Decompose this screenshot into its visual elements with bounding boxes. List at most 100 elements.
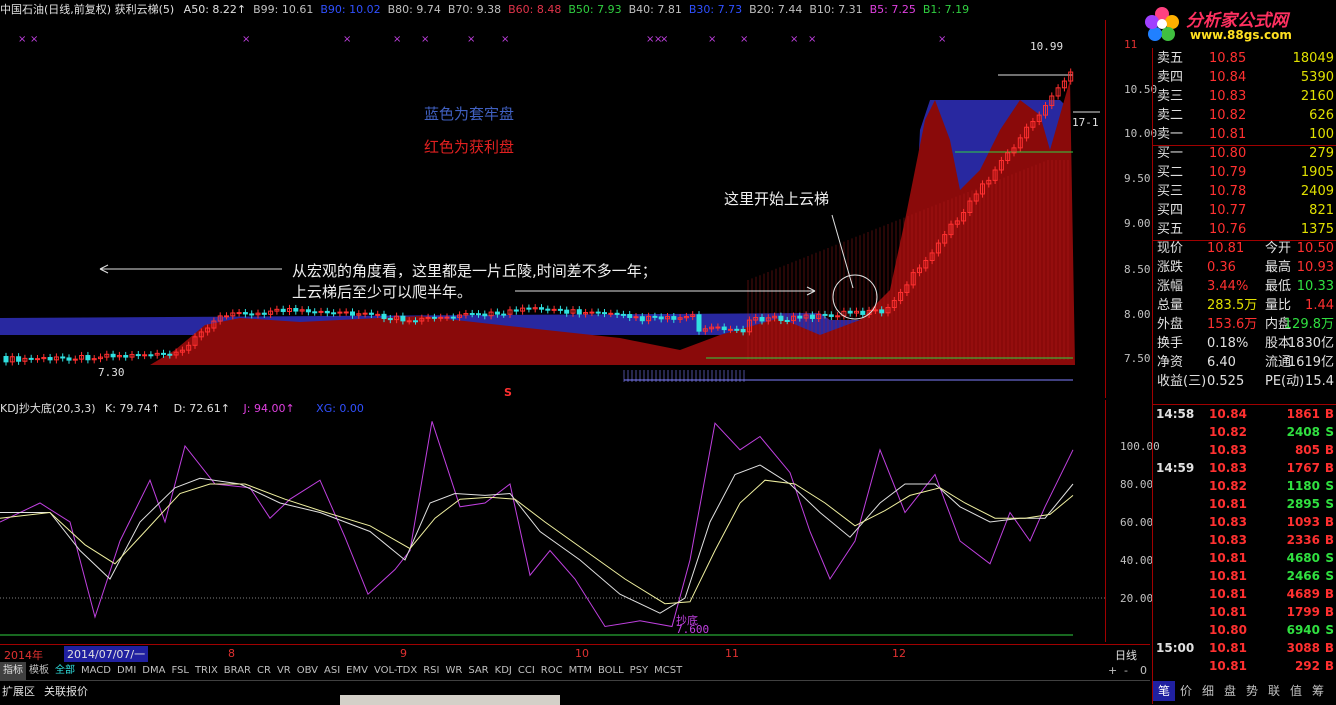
right-tab-5[interactable]: 联 (1263, 681, 1285, 701)
candle-body (375, 313, 381, 316)
indicator-tab-macd[interactable]: MACD (78, 662, 114, 680)
quote-row: 买四 10.77 821 (1153, 202, 1336, 220)
indicator-tab-asi[interactable]: ASI (321, 662, 343, 680)
zoom-in-button[interactable]: + (1108, 664, 1117, 677)
indicator-tab-fsl[interactable]: FSL (168, 662, 192, 680)
tick-volume: 292 (1294, 659, 1320, 673)
indicator-tab-dmi[interactable]: DMI (114, 662, 139, 680)
quote-row: 收益(三) 0.525 PE(动) 15.4 (1153, 373, 1336, 391)
quote-value: 10.81 (1207, 241, 1245, 256)
header-indicator-values: A50: 8.22↑ B99: 10.61 B90: 10.02 B80: 9.74 B… (184, 0, 976, 20)
quote-row: 卖二 10.82 626 (1153, 107, 1336, 125)
indicator-tab-psy[interactable]: PSY (627, 662, 652, 680)
period-label[interactable]: 日线 (1115, 647, 1137, 663)
indicator-tab-kdj[interactable]: KDJ (492, 662, 515, 680)
candle-body (337, 311, 343, 314)
quote-value: 0.525 (1207, 374, 1245, 389)
candle-body (66, 357, 72, 361)
tick-price: 10.83 (1209, 443, 1247, 457)
right-tab-0[interactable]: 笔 (1153, 681, 1175, 701)
zoom-out-button[interactable]: - (1124, 664, 1128, 677)
indicator-tab-rsi[interactable]: RSI (420, 662, 442, 680)
candle-body (236, 312, 242, 315)
indicator-tab-obv[interactable]: OBV (294, 662, 321, 680)
candle-body (539, 307, 544, 310)
candle-body (135, 354, 141, 357)
ladder-arrow (831, 214, 854, 289)
right-tab-3[interactable]: 盘 (1219, 681, 1241, 701)
candle-body (835, 315, 841, 318)
quote-value: 6.40 (1207, 355, 1236, 370)
quote-label: 现价 (1157, 241, 1184, 256)
candle-body (671, 316, 677, 320)
indicator-tab-sar[interactable]: SAR (465, 662, 491, 680)
indicator-tab-emv[interactable]: EMV (343, 662, 371, 680)
tick-volume: 4680 (1286, 551, 1320, 565)
indicator-tab-cr[interactable]: CR (254, 662, 274, 680)
month-9: 9 (400, 647, 407, 660)
right-tab-4[interactable]: 势 (1241, 681, 1263, 701)
right-tab-7[interactable]: 筹 (1307, 681, 1329, 701)
level-label: 买五 (1157, 222, 1184, 237)
signal-x-mark: × (660, 34, 668, 45)
candle-body (110, 353, 116, 358)
indicator-tab-brar[interactable]: BRAR (221, 662, 254, 680)
candle-body (293, 308, 299, 312)
indicator-tab-boll[interactable]: BOLL (595, 662, 627, 680)
candle-body (413, 320, 418, 323)
indicator-tab-roc[interactable]: ROC (538, 662, 566, 680)
indicator-tab-指标[interactable]: 指标 (0, 662, 26, 680)
quote-row: 卖四 10.84 5390 (1153, 69, 1336, 87)
tick-row: 10.82 2408 S (1153, 423, 1336, 441)
level-price: 10.76 (1209, 222, 1247, 237)
candle-body (249, 313, 255, 316)
kdj-chart[interactable] (0, 414, 1105, 642)
indicator-tab-vol-tdx[interactable]: VOL-TDX (371, 662, 420, 680)
tick-side: B (1324, 443, 1334, 457)
expand-area-button[interactable]: 扩展区 (2, 683, 35, 699)
candle-body (620, 313, 626, 316)
indicator-tab-mtm[interactable]: MTM (566, 662, 595, 680)
indicator-tab-mcst[interactable]: MCST (651, 662, 685, 680)
header-value-10: B10: 7.31 (809, 3, 863, 16)
quote-row: 卖三 10.83 2160 (1153, 88, 1336, 106)
indicator-tab-wr[interactable]: WR (442, 662, 465, 680)
low-price-label: 7.30 (98, 366, 125, 379)
quote-label: PE(动) (1265, 374, 1305, 389)
indicator-tab-dma[interactable]: DMA (139, 662, 168, 680)
candle-body (450, 316, 456, 319)
signal-x-mark: × (467, 34, 475, 45)
reset-button[interactable]: 0 (1140, 664, 1147, 677)
candle-body (224, 315, 229, 318)
tick-volume: 3088 (1286, 641, 1320, 655)
kdj-signal-value: 7.600 (676, 623, 710, 636)
right-tab-6[interactable]: 值 (1285, 681, 1307, 701)
header-value-4: B70: 9.38 (447, 3, 502, 16)
indicator-tab-vr[interactable]: VR (274, 662, 294, 680)
month-12: 12 (892, 647, 906, 660)
right-tab-1[interactable]: 价 (1175, 681, 1197, 701)
candle-body (142, 354, 148, 357)
kdj-axis: 100.00 80.00 60.00 40.00 20.00 (1105, 400, 1160, 642)
indicator-tab-全部[interactable]: 全部 (52, 662, 78, 680)
candle-body (778, 315, 784, 321)
tick-price: 10.82 (1209, 425, 1247, 439)
quote-value: 283.5万 (1207, 298, 1258, 313)
header-value-7: B40: 7.81 (628, 3, 682, 16)
candle-body (740, 328, 746, 333)
candle-body (872, 309, 878, 312)
tick-price: 10.81 (1209, 551, 1247, 565)
indicator-tab-trix[interactable]: TRIX (192, 662, 221, 680)
price-chart[interactable]: × × × × × × × × × ×× × × × × × (0, 20, 1105, 398)
quote-row: 卖五 10.85 18049 (1153, 50, 1336, 68)
right-tab-2[interactable]: 细 (1197, 681, 1219, 701)
candle-body (72, 358, 78, 361)
indicator-tab-模板[interactable]: 模板 (26, 662, 52, 680)
quote-label: 收益(三) (1157, 374, 1207, 389)
quote-label: 最低 (1265, 279, 1292, 294)
candle-body (501, 313, 507, 316)
quote-value: 3.44% (1207, 279, 1249, 294)
quote-row: 涨跌 0.36 最高 10.93 (1153, 259, 1336, 277)
related-quote-button[interactable]: 关联报价 (44, 683, 88, 699)
indicator-tab-cci[interactable]: CCI (515, 662, 538, 680)
